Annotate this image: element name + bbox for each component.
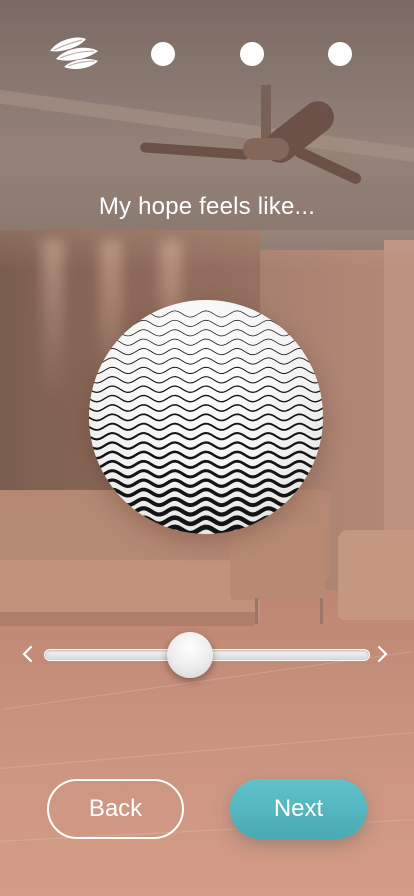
background-fan-blade — [139, 142, 251, 160]
background-sofa-leg — [255, 598, 258, 624]
background-sofa-leg — [320, 598, 323, 624]
wave-line — [89, 338, 323, 346]
wave-line — [89, 515, 323, 527]
wave-line — [89, 329, 323, 337]
background-cove-light — [0, 230, 414, 270]
wave-line — [89, 431, 323, 441]
wave-line — [89, 385, 323, 394]
wave-line — [89, 366, 323, 375]
wave-line — [89, 459, 323, 469]
wave-line — [89, 310, 323, 318]
background-fan-rod — [261, 85, 271, 145]
wave-pattern-icon — [89, 310, 323, 534]
wave-line — [89, 347, 323, 356]
step-dot-1[interactable] — [151, 42, 175, 66]
wave-line — [89, 478, 323, 489]
step-dot-2[interactable] — [240, 42, 264, 66]
wave-line — [89, 413, 323, 422]
wave-line — [89, 422, 323, 431]
background-armchair — [338, 530, 414, 620]
texture-preview — [89, 300, 323, 534]
texture-slider[interactable] — [14, 632, 400, 678]
step-dot-3[interactable] — [328, 42, 352, 66]
back-button[interactable]: Back — [47, 779, 184, 839]
wave-line — [89, 441, 323, 450]
prompt-text: My hope feels like... — [98, 193, 316, 220]
wave-line — [89, 487, 323, 498]
background-floor-tile-line — [0, 731, 414, 770]
wave-line — [89, 394, 323, 403]
chevron-right-icon[interactable] — [370, 640, 394, 668]
wave-line — [89, 357, 323, 365]
wave-line — [89, 404, 323, 412]
wave-line — [89, 524, 323, 534]
app-screen: My hope feels like... Back Next — [0, 0, 414, 896]
wave-line — [89, 469, 323, 479]
wave-line — [89, 450, 323, 460]
background-fan-blade — [257, 94, 341, 170]
background-fan-hub — [243, 138, 289, 160]
background-sofa-base — [0, 612, 255, 626]
background-ceiling-edge — [0, 86, 414, 168]
seed-leaves-icon[interactable] — [48, 33, 100, 73]
background-spotlight — [42, 240, 64, 400]
step-indicator-bar — [0, 30, 414, 76]
background-pillar — [384, 240, 414, 600]
slider-thumb[interactable] — [166, 632, 213, 678]
wave-line — [89, 319, 323, 327]
background-fan-blade — [293, 145, 363, 186]
wave-line — [89, 376, 323, 384]
chevron-left-icon[interactable] — [16, 640, 40, 668]
wave-line — [89, 506, 323, 517]
background-sofa-seat — [0, 560, 260, 620]
wave-line — [89, 496, 323, 508]
background-sofa-arm — [230, 525, 325, 600]
next-button[interactable]: Next — [230, 779, 367, 839]
